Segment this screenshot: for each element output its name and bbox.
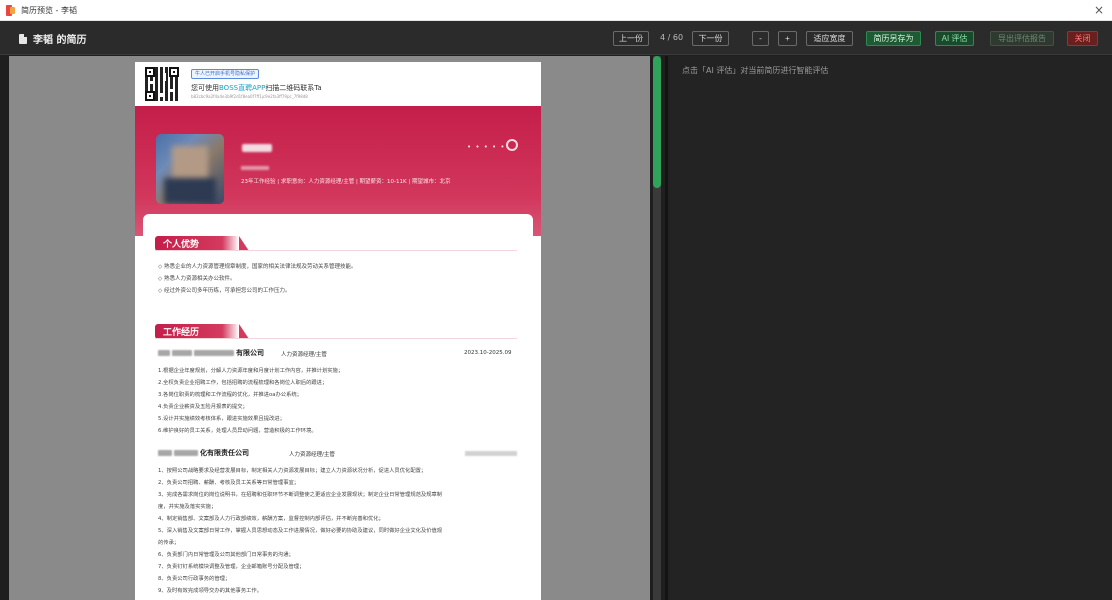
prev-resume-button[interactable]: 上一份: [613, 31, 649, 46]
save-resume-as-button[interactable]: 简历另存为: [866, 31, 921, 46]
qr-instruction: 您可使用BOSS直聘APP扫描二维码联系Ta: [191, 84, 322, 92]
job1-role: 人力资源经理/主管: [281, 352, 327, 358]
resume-content: 个人优势 ◇ 熟悉企业的人力资源管理规章制度，国家的相关法律法规及劳动关系管理技…: [143, 214, 533, 600]
zoom-out-button[interactable]: -: [752, 31, 769, 46]
ai-evaluation-hint: 点击「AI 评估」对当前简历进行智能评估: [682, 66, 829, 75]
document-title-text: 李韬 的简历: [33, 35, 87, 46]
job2-duty: 1、按照公司战略要求及经营发展目标，制定相关人力资源发展目标；建立人力资源状况分…: [158, 468, 427, 474]
advantage-item: ◇ 熟悉人力资源相关办公软件。: [158, 276, 236, 282]
job2-duty: 4、制定销售部、文案部及人力行政部绩效，薪酬方案，监督控制内部评估，并不断完善和…: [158, 516, 384, 522]
job2-role: 人力资源经理/主管: [289, 452, 335, 458]
window-titlebar: 简历预览 - 李韬 ×: [0, 0, 1112, 21]
advantage-item: ◇ 熟悉企业的人力资源管理规章制度，国家的相关法律法规及劳动关系管理技能。: [158, 264, 357, 270]
document-icon: [19, 33, 27, 44]
scrollbar-thumb[interactable]: [653, 56, 661, 188]
job2-duty: 3、完成各需求岗位的岗位说明书，在招聘和任职环节不断调整使之更适应企业发展现状；…: [158, 492, 443, 498]
job1-duty: 2.全权负责企业招聘工作，包括招聘的流程梳理和各岗位人职后的跟进；: [158, 380, 328, 386]
avatar: [156, 134, 224, 204]
ai-evaluation-pane: 点击「AI 评估」对当前简历进行智能评估: [668, 56, 1112, 600]
job1-duty: 3.各岗位职责的梳理和工作流程的优化，并推进oa办公系统；: [158, 392, 302, 398]
app-logo-icon: [6, 4, 15, 16]
job1-duty: 6.维护良好的员工关系，处理人员异动问题，营造积极的工作环境。: [158, 428, 317, 434]
job1-duty: 4.负责企业薪资及五险月报表的提交；: [158, 404, 248, 410]
section-advantages-title: 个人优势: [155, 236, 249, 251]
job1-duty: 5.设计并实施绩效考核体系，跟进实施效果且提改进；: [158, 416, 285, 422]
preview-scrollbar[interactable]: [653, 56, 661, 600]
page-indicator: 4 / 60: [660, 33, 684, 42]
advantage-item: ◇ 经过外资公司多年历练，可承担您公司的工作压力。: [158, 288, 291, 294]
window-close-icon[interactable]: ×: [1094, 3, 1104, 17]
window-title: 简历预览 - 李韬: [21, 5, 77, 15]
qr-code-id: b82cbc9a2f4a4e3b9f2d1f8ea0f7ff1jc9e2fa3f…: [191, 94, 308, 99]
job2-company: 化有限责任公司: [158, 448, 249, 458]
privacy-badge: 牛人已开启手机号隐私保护: [191, 69, 260, 79]
job2-duty: 的传承；: [158, 540, 180, 546]
resume-preview-pane[interactable]: 牛人已开启手机号隐私保护 您可使用BOSS直聘APP扫描二维码联系Ta b82c…: [9, 56, 650, 600]
job1-company: 有限公司: [158, 348, 264, 358]
preview-toolbar: 李韬 的简历 上一份 4 / 60 下一份 - + 适应宽度 简历另存为 AI …: [0, 21, 1112, 55]
section-experience-title: 工作经历: [155, 324, 249, 339]
next-resume-button[interactable]: 下一份: [692, 31, 729, 46]
job2-duty: 2、负责公司招聘、薪酬、考核及员工关系等日常管理事宜；: [158, 480, 300, 486]
qr-contact-header: 牛人已开启手机号隐私保护 您可使用BOSS直聘APP扫描二维码联系Ta b82c…: [135, 62, 541, 106]
ai-evaluate-button[interactable]: AI 评估: [935, 31, 974, 46]
job2-duty: 6、负责部门内日常管理及公司其他部门日常事务的沟通；: [158, 552, 294, 558]
job2-duty: 5、深入销售及文案部日常工作，掌握人员思想动态及工作进展情况，做好必要的协助及建…: [158, 528, 443, 534]
job1-date: 2023.10-2025.09: [464, 350, 512, 356]
profile-summary: 23年工作经验 | 求职意向：人力资源经理/主管 | 期望薪资：10-11K |…: [241, 179, 451, 185]
close-preview-button[interactable]: 关闭: [1067, 31, 1098, 46]
job2-duty: 9、及时有效完成领导交办的其他事务工作。: [158, 588, 263, 594]
export-report-button[interactable]: 导出评估报告: [990, 31, 1054, 46]
candidate-name-redacted: [242, 144, 272, 152]
job2-duty: 度，并实施及落实实施；: [158, 504, 217, 510]
fit-width-button[interactable]: 适应宽度: [806, 31, 853, 46]
zoom-in-button[interactable]: +: [778, 31, 797, 46]
document-title: 李韬 的简历: [19, 31, 86, 46]
gear-icon: [506, 139, 518, 151]
job2-duty: 7、负责钉钉系统模块调整及管理，企业邮箱账号分配及管理；: [158, 564, 305, 570]
job2-date-redacted: [465, 451, 517, 456]
more-dots-icon: • • • • •: [467, 143, 506, 151]
candidate-meta-redacted: [241, 166, 269, 170]
resume-page: 牛人已开启手机号隐私保护 您可使用BOSS直聘APP扫描二维码联系Ta b82c…: [135, 62, 541, 600]
job1-duty: 1.根据企业年度规划，分解人力资源年度和月度计划工作内容，并推计划实施；: [158, 368, 344, 374]
job2-duty: 8、负责公司行政事务的管理；: [158, 576, 231, 582]
